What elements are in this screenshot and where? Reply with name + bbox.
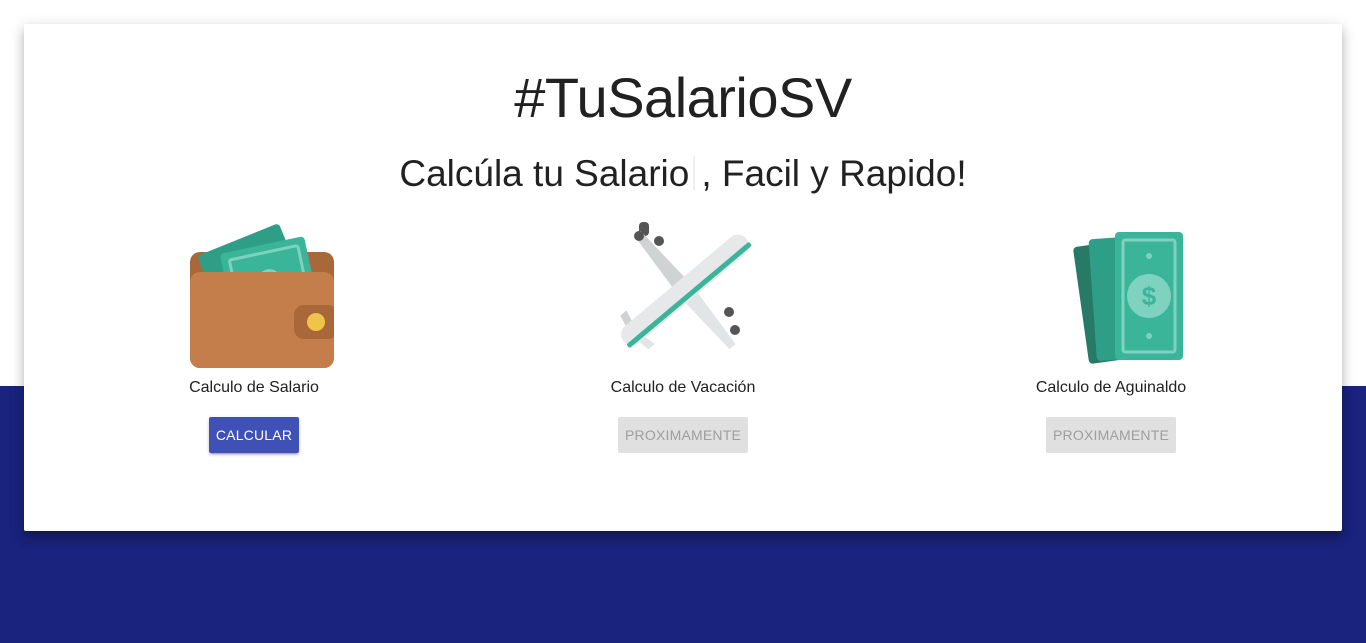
- page-title: #TuSalarioSV: [514, 66, 852, 129]
- money-icon: $: [1073, 232, 1183, 364]
- typing-cursor: [693, 156, 696, 190]
- page-subtitle: Calcúla tu Salario , Facil y Rapido!: [24, 152, 1342, 196]
- subtitle-text-end: , Facil y Rapido!: [701, 153, 967, 194]
- feature-label: Calculo de Vacación: [610, 379, 756, 396]
- proximamente-button-aguinaldo[interactable]: PROXIMAMENTE: [1046, 417, 1176, 453]
- wallet-icon: [190, 224, 334, 368]
- svg-text:$: $: [1142, 281, 1157, 311]
- subtitle-text: Calcúla tu Salario: [399, 153, 690, 194]
- feature-salario: Calculo de Salario CALCULAR: [74, 214, 434, 453]
- feature-vacacion: Calculo de Vacación PROXIMAMENTE: [503, 214, 863, 453]
- feature-label: Calculo de Aguinaldo: [1035, 379, 1187, 396]
- main-card: #TuSalarioSV Calcúla tu Salario , Facil y…: [24, 24, 1342, 531]
- calcular-button[interactable]: CALCULAR: [208, 417, 300, 453]
- feature-aguinaldo: $ Calculo de Aguinaldo PROXIMAMENTE: [931, 214, 1291, 453]
- feature-label: Calculo de Salario: [189, 379, 319, 396]
- proximamente-button-vacacion[interactable]: PROXIMAMENTE: [618, 417, 748, 453]
- airplane-icon: [620, 222, 752, 350]
